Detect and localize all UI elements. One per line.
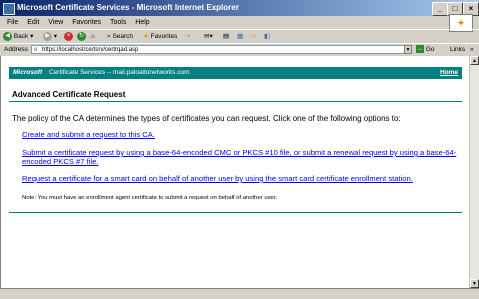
- favorites-button[interactable]: ★ Favorites: [143, 32, 177, 42]
- menu-file[interactable]: File: [7, 19, 18, 26]
- forward-button[interactable]: ▶ ▾: [43, 32, 57, 42]
- mail-button[interactable]: ✉▾: [204, 32, 213, 42]
- standard-toolbar: ◀ Back ▾ ▶ ▾ × ↻ ⌂ ⌕ Search ★ Favorites …: [0, 29, 479, 44]
- status-bar: [0, 288, 479, 299]
- address-dropdown[interactable]: ▼: [404, 45, 412, 54]
- enrollment-note: Note: You must have an enrollment agent …: [22, 195, 278, 201]
- history-button[interactable]: ◔: [186, 32, 190, 42]
- address-label: Address: [4, 46, 28, 53]
- ie-app-icon: [3, 3, 15, 15]
- submit-base64-request-link[interactable]: Submit a certificate request by using a …: [22, 148, 458, 166]
- scroll-down-arrow[interactable]: ▼: [470, 279, 479, 288]
- links-chevron-icon[interactable]: »: [470, 44, 474, 56]
- home-toolbar-button[interactable]: ⌂: [91, 32, 95, 42]
- printer-icon: ▤: [223, 33, 230, 40]
- vertical-scrollbar[interactable]: ▲ ▼: [469, 56, 479, 288]
- edit-page-icon: ▦: [237, 33, 244, 40]
- brand-service: Certificate Services -- mail.paloaltonet…: [49, 69, 190, 76]
- menu-help[interactable]: Help: [135, 19, 149, 26]
- menu-bar: File Edit View Favorites Tools Help: [0, 16, 479, 29]
- window-title: Microsoft Certificate Services - Microso…: [17, 3, 239, 12]
- brand-microsoft: Microsoft: [13, 69, 43, 76]
- discuss-button[interactable]: ▭: [250, 32, 256, 42]
- home-link[interactable]: Home: [440, 67, 458, 79]
- address-url: https://localhost/certsrv/certrqad.asp: [42, 47, 139, 53]
- stop-button[interactable]: ×: [64, 32, 73, 42]
- scroll-up-arrow[interactable]: ▲: [470, 56, 479, 65]
- menu-tools[interactable]: Tools: [110, 19, 126, 26]
- messenger-icon: ◧: [264, 33, 271, 40]
- footer-divider: [9, 212, 462, 213]
- go-button[interactable]: → Go: [416, 44, 434, 56]
- back-button[interactable]: ◀ Back ▾: [3, 32, 33, 42]
- window-title-bar: Microsoft Certificate Services - Microso…: [0, 0, 479, 16]
- page-content: Microsoft Certificate Services -- mail.p…: [0, 56, 469, 288]
- policy-text: The policy of the CA determines the type…: [12, 114, 401, 123]
- back-arrow-icon: ◀: [3, 32, 12, 41]
- refresh-button[interactable]: ↻: [77, 32, 86, 42]
- stop-icon: ×: [64, 32, 73, 41]
- address-bar: Address e https://localhost/certsrv/cert…: [0, 43, 479, 57]
- smart-card-request-link[interactable]: Request a certificate for a smart card o…: [22, 174, 458, 183]
- menu-edit[interactable]: Edit: [27, 19, 39, 26]
- refresh-icon: ↻: [77, 32, 86, 41]
- print-button[interactable]: ▤: [223, 32, 229, 42]
- address-input[interactable]: e https://localhost/certsrv/certrqad.asp: [31, 45, 411, 54]
- cert-services-header: Microsoft Certificate Services -- mail.p…: [9, 67, 462, 79]
- create-request-link[interactable]: Create and submit a request to this CA.: [22, 130, 442, 139]
- page-icon: e: [34, 47, 38, 53]
- minimize-button[interactable]: _: [432, 2, 448, 16]
- history-icon: ◔: [186, 33, 190, 40]
- edit-button[interactable]: ▦: [237, 32, 243, 42]
- go-arrow-icon: →: [416, 45, 424, 54]
- title-divider: [9, 101, 462, 102]
- links-toolbar[interactable]: Links: [450, 44, 465, 56]
- home-icon: ⌂: [91, 33, 95, 40]
- messenger-button[interactable]: ◧: [264, 32, 270, 42]
- page-title: Advanced Certificate Request: [12, 90, 126, 99]
- star-icon: ★: [143, 33, 149, 40]
- forward-arrow-icon: ▶: [43, 32, 52, 41]
- folder-icon: ▭: [250, 33, 257, 40]
- search-icon: ⌕: [107, 33, 111, 40]
- mail-icon: ✉: [204, 33, 210, 40]
- menu-view[interactable]: View: [48, 19, 63, 26]
- search-button[interactable]: ⌕ Search: [107, 32, 133, 42]
- menu-favorites[interactable]: Favorites: [72, 19, 101, 26]
